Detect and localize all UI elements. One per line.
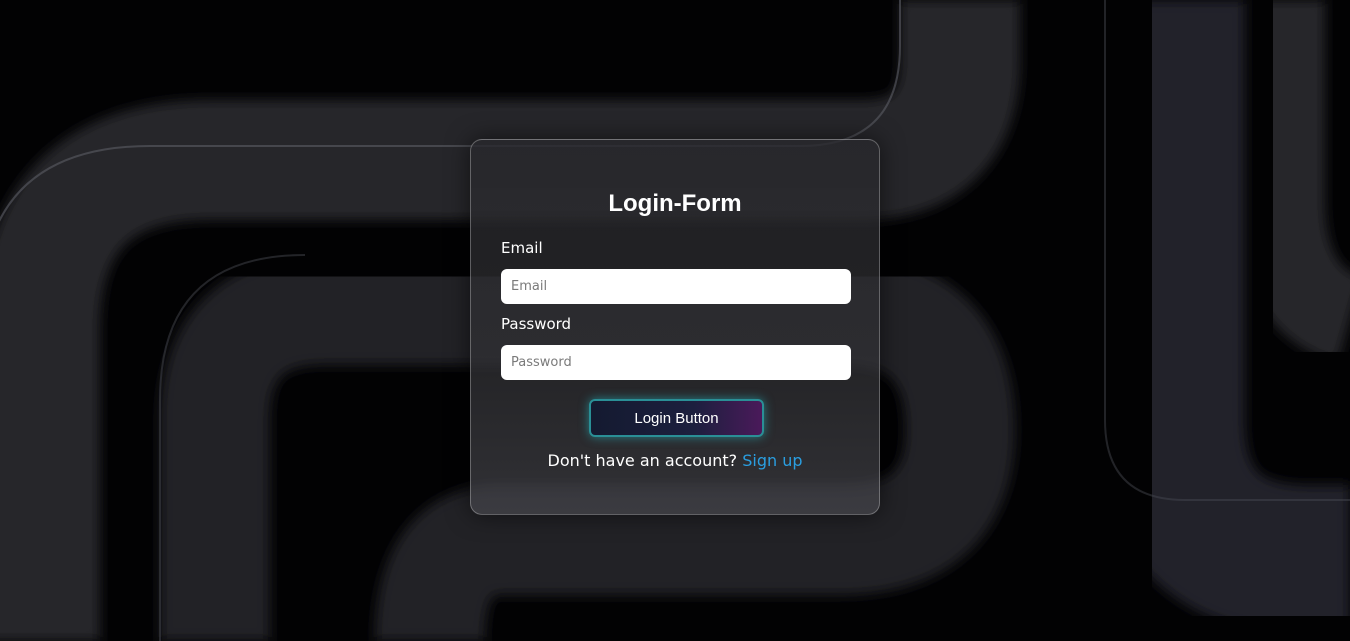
password-label: Password: [501, 315, 572, 333]
login-button[interactable]: Login Button: [589, 399, 764, 437]
signup-prompt-text: Don't have an account?: [547, 451, 738, 470]
email-field[interactable]: [501, 269, 851, 304]
form-title: Login-Form: [608, 190, 742, 217]
login-form-card: Login-Form Email Password Login Button D…: [470, 139, 880, 515]
email-label: Email: [501, 239, 543, 257]
page-background: Login-Form Email Password Login Button D…: [0, 0, 1350, 641]
password-field[interactable]: [501, 345, 851, 380]
signup-link[interactable]: Sign up: [742, 451, 802, 470]
signup-prompt-line: Don't have an account? Sign up: [471, 451, 879, 470]
